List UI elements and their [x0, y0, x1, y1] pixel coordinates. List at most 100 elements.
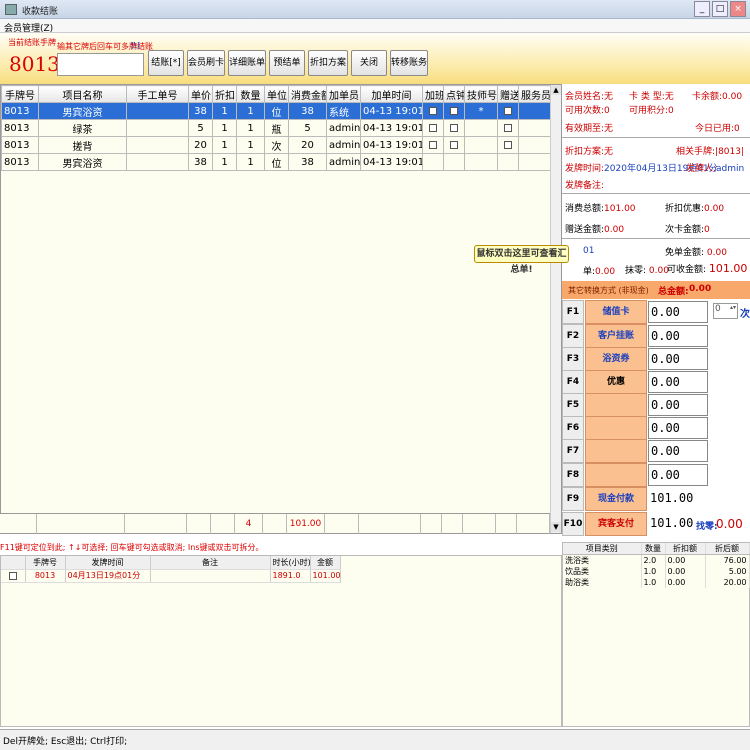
card-balance-label: 卡余额:: [692, 92, 723, 102]
receivable-label: 可收金额:: [667, 265, 707, 275]
window-title: 收款结账: [22, 7, 59, 17]
stepper-arrows-icon[interactable]: ▴▾: [730, 304, 736, 311]
transfer-account-button[interactable]: 转移账务: [390, 50, 428, 76]
col-gift[interactable]: 赠送: [497, 85, 519, 103]
card-list-panel: 手牌号 发牌时间 备注 时长(小时) 金额 8013 04月13日19点01分 …: [0, 555, 562, 727]
issue-time-label: 发牌时间:: [565, 164, 605, 174]
pay-key: F1: [562, 300, 584, 324]
pay-method-stored-value-card[interactable]: 储值卡: [585, 300, 647, 324]
col-overtime[interactable]: 加班: [422, 85, 444, 103]
table-row[interactable]: 8013 男宾浴资 38 1 1 位 38 系统 04-13 19:01 *: [1, 102, 552, 120]
col-discount[interactable]: 折扣: [212, 85, 237, 103]
times-suffix: 次: [740, 309, 750, 320]
table-row[interactable]: 8013 男宾浴资 38 1 1 位 38 admin 04-13 19:01: [1, 153, 552, 171]
member-swipe-button[interactable]: 会员刷卡: [187, 50, 225, 76]
checkout-button[interactable]: 结账[*]: [148, 50, 184, 76]
related-card-label: 相关手牌:: [676, 147, 716, 157]
pay-row-f8: F8 0.00: [562, 463, 750, 487]
col-item[interactable]: 项目名称: [38, 85, 127, 103]
col-manual[interactable]: 手工单号: [126, 85, 189, 103]
pay-method-coupon[interactable]: 浴资券: [585, 347, 647, 371]
col-operator[interactable]: 加单员: [326, 85, 361, 103]
pay-amount-input[interactable]: 0.00: [648, 325, 708, 347]
col-waiter[interactable]: 服务员: [518, 85, 552, 103]
summary-tooltip[interactable]: 鼠标双击这里可查看汇总单!: [474, 245, 569, 275]
table-row[interactable]: 8013 04月13日19点01分 1891.0 101.00: [1, 569, 341, 583]
minimize-icon[interactable]: _: [694, 1, 710, 17]
valid-until-label: 有效期至:: [565, 124, 605, 134]
card-input[interactable]: [57, 53, 144, 76]
pay-amount-input[interactable]: 0.00: [648, 348, 708, 370]
grid-vertical-scrollbar[interactable]: ▲ ▼: [550, 85, 561, 533]
pay-amount-input[interactable]: 0.00: [648, 417, 708, 439]
table-row[interactable]: 8013 搓背 20 1 1 次 20 admin 04-13 19:01: [1, 136, 552, 154]
usable-times: 0: [604, 106, 610, 116]
maximize-icon[interactable]: □: [712, 1, 728, 17]
consume-total: 101.00: [604, 204, 636, 214]
overtime-checkbox[interactable]: [429, 106, 437, 115]
call-checkbox[interactable]: [450, 123, 458, 132]
col-price[interactable]: 单价: [188, 85, 213, 103]
gift-checkbox[interactable]: [504, 123, 512, 132]
consume-total-label: 消费总额:: [565, 204, 605, 214]
issuer-label: 发牌人:: [686, 164, 717, 174]
pay-method-guest[interactable]: 宾客支付: [585, 512, 647, 536]
pay-total: 0.00: [689, 284, 712, 294]
pay-method-discount[interactable]: 优惠: [585, 370, 647, 394]
call-checkbox[interactable]: [450, 140, 458, 149]
gift-amount: 0.00: [604, 225, 625, 235]
pay-row-f7: F7 0.00: [562, 439, 750, 463]
call-checkbox[interactable]: [450, 106, 458, 115]
overtime-checkbox[interactable]: [429, 140, 437, 149]
pay-amount-input[interactable]: 0.00: [648, 394, 708, 416]
scroll-up-icon[interactable]: ▲: [551, 85, 561, 95]
partial-value: 01: [583, 246, 595, 256]
detail-bill-button[interactable]: 详细账单: [228, 50, 266, 76]
col-tech[interactable]: 技师号: [464, 85, 498, 103]
table-row[interactable]: 8013 绿茶 5 1 1 瓶 5 admin 04-13 19:01: [1, 119, 552, 137]
status-text: Del开牌处; Esc退出; Ctrl打印;: [3, 737, 128, 747]
pay-amount-input[interactable]: 0.00: [648, 301, 708, 323]
card-select-checkbox[interactable]: [8, 571, 17, 580]
times-card-label: 次卡金额:: [665, 225, 705, 235]
scroll-down-icon[interactable]: ▼: [551, 522, 561, 532]
gift-checkbox[interactable]: [504, 140, 512, 149]
points: 0: [668, 106, 674, 116]
col-card[interactable]: 手牌号: [1, 85, 39, 103]
pay-amount-input[interactable]: 0.00: [648, 371, 708, 393]
pay-row-f2: F2 客户挂账 0.00: [562, 324, 750, 348]
grid-header-row: 手牌号 项目名称 手工单号 单价 折扣 数量 单位 消费金额 加单员 加单时间 …: [1, 85, 552, 103]
gift-amount-label: 赠送金额:: [565, 225, 605, 235]
related-card: |8013|: [715, 147, 745, 157]
sum-amount: 101.00: [287, 514, 325, 534]
close-icon[interactable]: ×: [730, 1, 746, 17]
pay-method-cash[interactable]: 现金付款: [585, 487, 647, 511]
discount-plan-button[interactable]: 折扣方案: [308, 50, 348, 76]
pay-method-account[interactable]: 客户挂账: [585, 324, 647, 348]
pay-amount-input[interactable]: 0.00: [648, 464, 708, 486]
wipe-label: 抹零:: [625, 266, 647, 276]
issue-note-label: 发牌备注:: [565, 181, 605, 191]
col-time[interactable]: 加单时间: [360, 85, 423, 103]
cash-amount-input[interactable]: 101.00: [648, 488, 708, 510]
times-stepper[interactable]: 0 ▴▾: [713, 303, 738, 319]
gift-checkbox[interactable]: [504, 106, 512, 115]
current-card-number: 8013: [9, 52, 60, 76]
issuer: admin: [716, 164, 745, 174]
pay-amount-input[interactable]: 0.00: [648, 440, 708, 462]
col-unit[interactable]: 单位: [264, 85, 289, 103]
wipe-amount: 0.00: [648, 266, 669, 276]
col-call[interactable]: 点钟: [443, 85, 465, 103]
col-amount[interactable]: 消费金额: [288, 85, 327, 103]
grid-summary-row: 4 101.00: [0, 513, 550, 534]
pay-row-f1: F1 储值卡 0.00 0 ▴▾ 次: [562, 300, 750, 324]
title-bar: 收款结账 _ □ ×: [0, 0, 750, 19]
sum-qty: 4: [235, 514, 263, 534]
close-button[interactable]: 关闭: [351, 50, 387, 76]
today-used: 0: [734, 124, 740, 134]
overtime-checkbox[interactable]: [429, 123, 437, 132]
pre-checkout-button[interactable]: 预结单: [269, 50, 305, 76]
list-item: 饮品类 1.0 0.00 5.00: [563, 566, 750, 577]
receivable-amount: 101.00: [708, 262, 748, 275]
col-qty[interactable]: 数量: [236, 85, 265, 103]
